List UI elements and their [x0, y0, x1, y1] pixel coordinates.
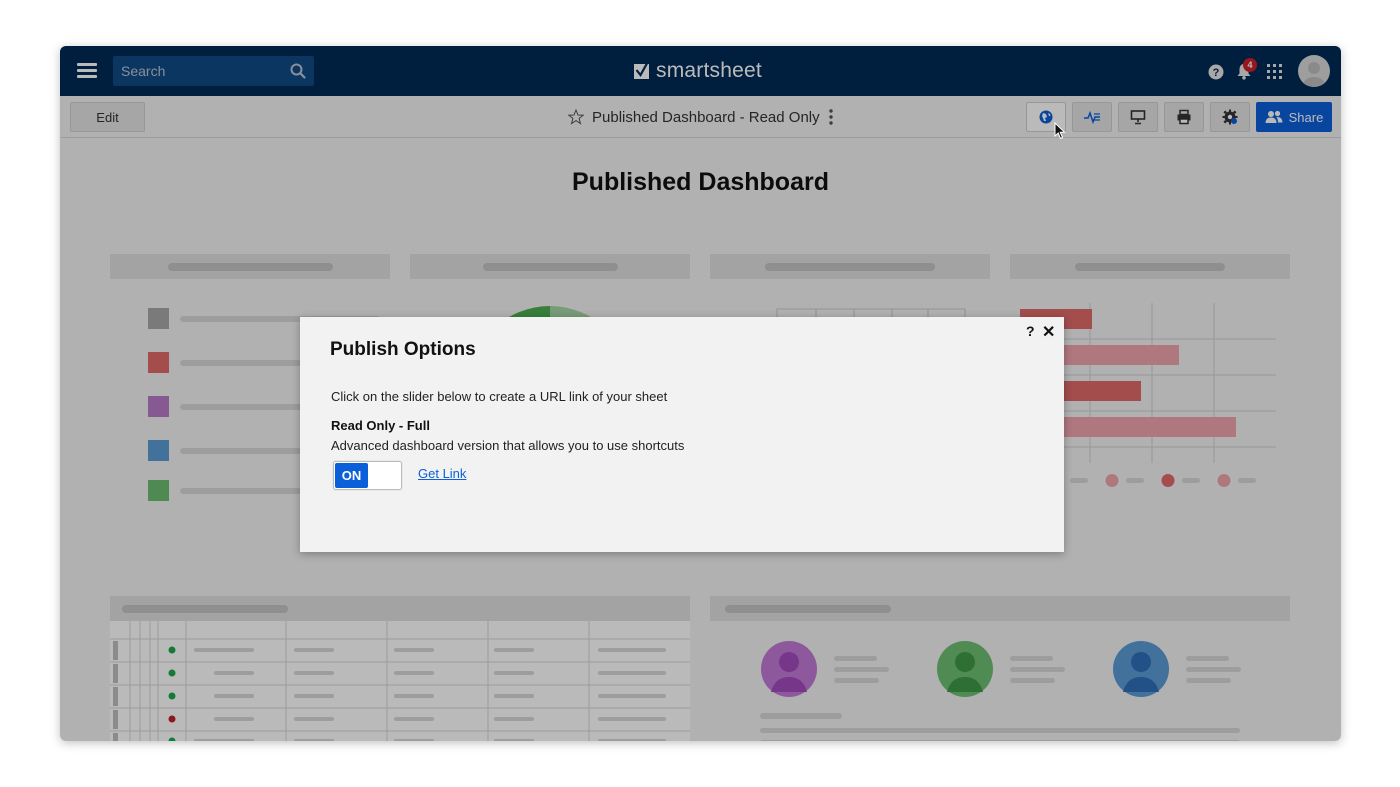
dialog-help-button[interactable]: ? [1026, 323, 1035, 339]
dialog-title: Publish Options [330, 339, 476, 360]
publish-option-label: Read Only - Full [331, 418, 430, 433]
mouse-cursor-icon [1054, 122, 1066, 140]
publish-toggle[interactable]: ON [333, 461, 402, 490]
dialog-instruction: Click on the slider below to create a UR… [331, 389, 668, 404]
dialog-close-button[interactable]: ✕ [1042, 322, 1055, 342]
get-link-link[interactable]: Get Link [418, 466, 466, 481]
toggle-state-label: ON [335, 463, 368, 488]
publish-options-dialog: ? ✕ Publish Options Click on the slider … [300, 317, 1064, 552]
publish-option-description: Advanced dashboard version that allows y… [331, 438, 685, 453]
app-window: smartsheet ? 4 Edit Pub [60, 46, 1341, 741]
